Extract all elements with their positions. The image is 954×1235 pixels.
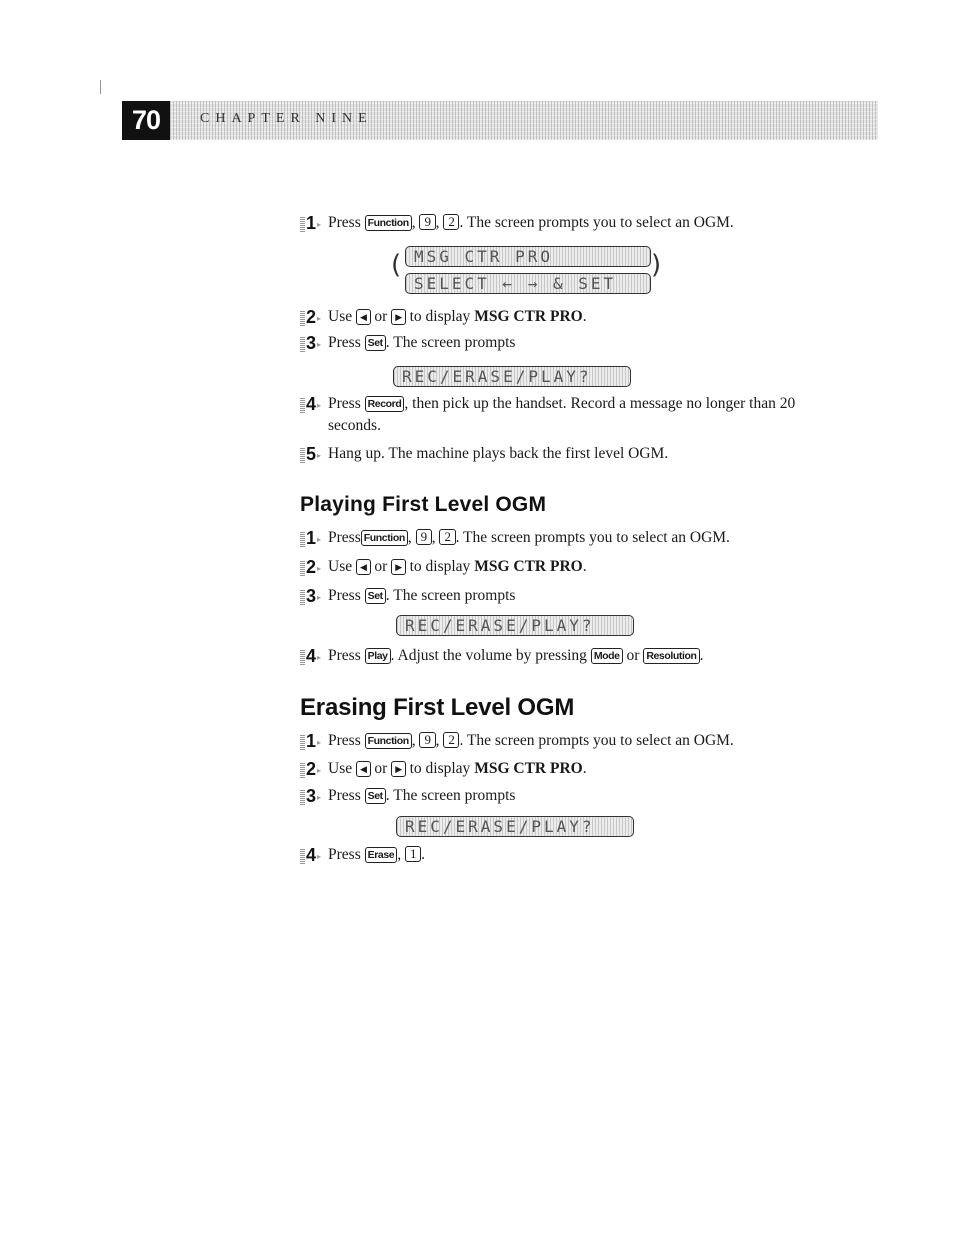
- step-2: 2 Use ◀ or ▶ to display MSG CTR PRO.: [300, 306, 587, 330]
- step-number: 5: [300, 443, 328, 467]
- step-number: 2: [300, 306, 328, 330]
- right-arrow-key-icon: ▶: [391, 559, 406, 575]
- section-heading-playing: Playing First Level OGM: [300, 493, 547, 516]
- step-text: Press Set. The screen prompts: [328, 787, 516, 804]
- step-4: 4 Press Erase, 1.: [300, 844, 425, 868]
- set-key: Set: [364, 788, 386, 804]
- lcd-display-line2: SELECT ← → & SET: [405, 273, 651, 294]
- function-key: Function: [360, 530, 408, 546]
- lcd-prompt: REC/ERASE/PLAY?: [393, 366, 631, 387]
- step-number: 3: [300, 332, 328, 356]
- step-text: Use ◀ or ▶ to display MSG CTR PRO.: [328, 308, 587, 325]
- step-number: 2: [300, 556, 328, 580]
- cycle-right-arrow-icon: ): [651, 250, 662, 280]
- left-arrow-key-icon: ◀: [355, 559, 371, 575]
- key-2: 2: [443, 732, 460, 748]
- function-key: Function: [364, 215, 412, 231]
- step-number: 3: [300, 585, 328, 609]
- set-key: Set: [364, 588, 386, 604]
- left-arrow-key-icon: ◀: [355, 309, 371, 325]
- margin-mark: [100, 80, 101, 94]
- step-1: 1 Press Function, 9, 2. The screen promp…: [300, 212, 734, 236]
- lcd-prompt: REC/ERASE/PLAY?: [396, 615, 634, 636]
- step-number: 4: [300, 844, 328, 868]
- step-2: 2 Use ◀ or ▶ to display MSG CTR PRO.: [300, 758, 587, 782]
- mode-key: Mode: [590, 648, 623, 664]
- step-text: Use ◀ or ▶ to display MSG CTR PRO.: [328, 760, 587, 777]
- key-1: 1: [404, 846, 422, 862]
- resolution-key: Resolution: [643, 648, 700, 664]
- step-4: 4 Press Play. Adjust the volume by press…: [300, 645, 704, 669]
- key-2: 2: [443, 214, 460, 230]
- step-text: Press Play. Adjust the volume by pressin…: [328, 647, 704, 664]
- section-heading-erasing: Erasing First Level OGM: [300, 694, 575, 721]
- step-text: Press Set. The screen prompts: [328, 587, 516, 604]
- lcd-prompt: REC/ERASE/PLAY?: [396, 816, 634, 837]
- step-number: 1: [300, 527, 328, 551]
- key-9: 9: [415, 529, 432, 545]
- step-number: 1: [300, 212, 328, 236]
- step-1: 1 PressFunction, 9, 2. The screen prompt…: [300, 527, 730, 551]
- play-key: Play: [364, 648, 391, 664]
- step-1: 1 Press Function, 9, 2. The screen promp…: [300, 730, 734, 754]
- cycle-left-arrow-icon: (: [391, 250, 402, 280]
- lcd-display-line1: MSG CTR PRO: [405, 246, 651, 267]
- step-number: 4: [300, 393, 328, 417]
- key-9: 9: [419, 214, 436, 230]
- key-9: 9: [419, 732, 436, 748]
- step-3: 3 Press Set. The screen prompts: [300, 332, 516, 356]
- step-4: 4 Press Record, then pick up the handset…: [300, 393, 800, 437]
- right-arrow-key-icon: ▶: [391, 761, 406, 777]
- chapter-header: 70 CHAPTER NINE: [122, 101, 878, 140]
- step-text: Use ◀ or ▶ to display MSG CTR PRO.: [328, 558, 587, 575]
- record-key: Record: [364, 396, 405, 412]
- step-text: Press Function, 9, 2. The screen prompts …: [328, 529, 730, 546]
- key-2: 2: [439, 529, 456, 545]
- step-number: 3: [300, 785, 328, 809]
- step-2: 2 Use ◀ or ▶ to display MSG CTR PRO.: [300, 556, 587, 580]
- step-text: Press Erase, 1.: [328, 846, 425, 863]
- page-number: 70: [122, 101, 170, 140]
- step-5: 5 Hang up. The machine plays back the fi…: [300, 443, 669, 467]
- step-text: Press Function, 9, 2. The screen prompts…: [328, 214, 734, 231]
- step-text: Press Set. The screen prompts: [328, 334, 516, 351]
- chapter-title: CHAPTER NINE: [200, 111, 373, 126]
- function-key: Function: [364, 733, 412, 749]
- step-3: 3 Press Set. The screen prompts: [300, 785, 516, 809]
- right-arrow-key-icon: ▶: [391, 309, 406, 325]
- step-text: Hang up. The machine plays back the firs…: [328, 445, 669, 462]
- left-arrow-key-icon: ◀: [355, 761, 371, 777]
- step-number: 2: [300, 758, 328, 782]
- step-text: Press Record, then pick up the handset. …: [328, 395, 796, 434]
- step-text: Press Function, 9, 2. The screen prompts…: [328, 732, 734, 749]
- set-key: Set: [364, 335, 386, 351]
- step-number: 4: [300, 645, 328, 669]
- step-number: 1: [300, 730, 328, 754]
- erase-key: Erase: [364, 847, 398, 863]
- step-3: 3 Press Set. The screen prompts: [300, 585, 516, 609]
